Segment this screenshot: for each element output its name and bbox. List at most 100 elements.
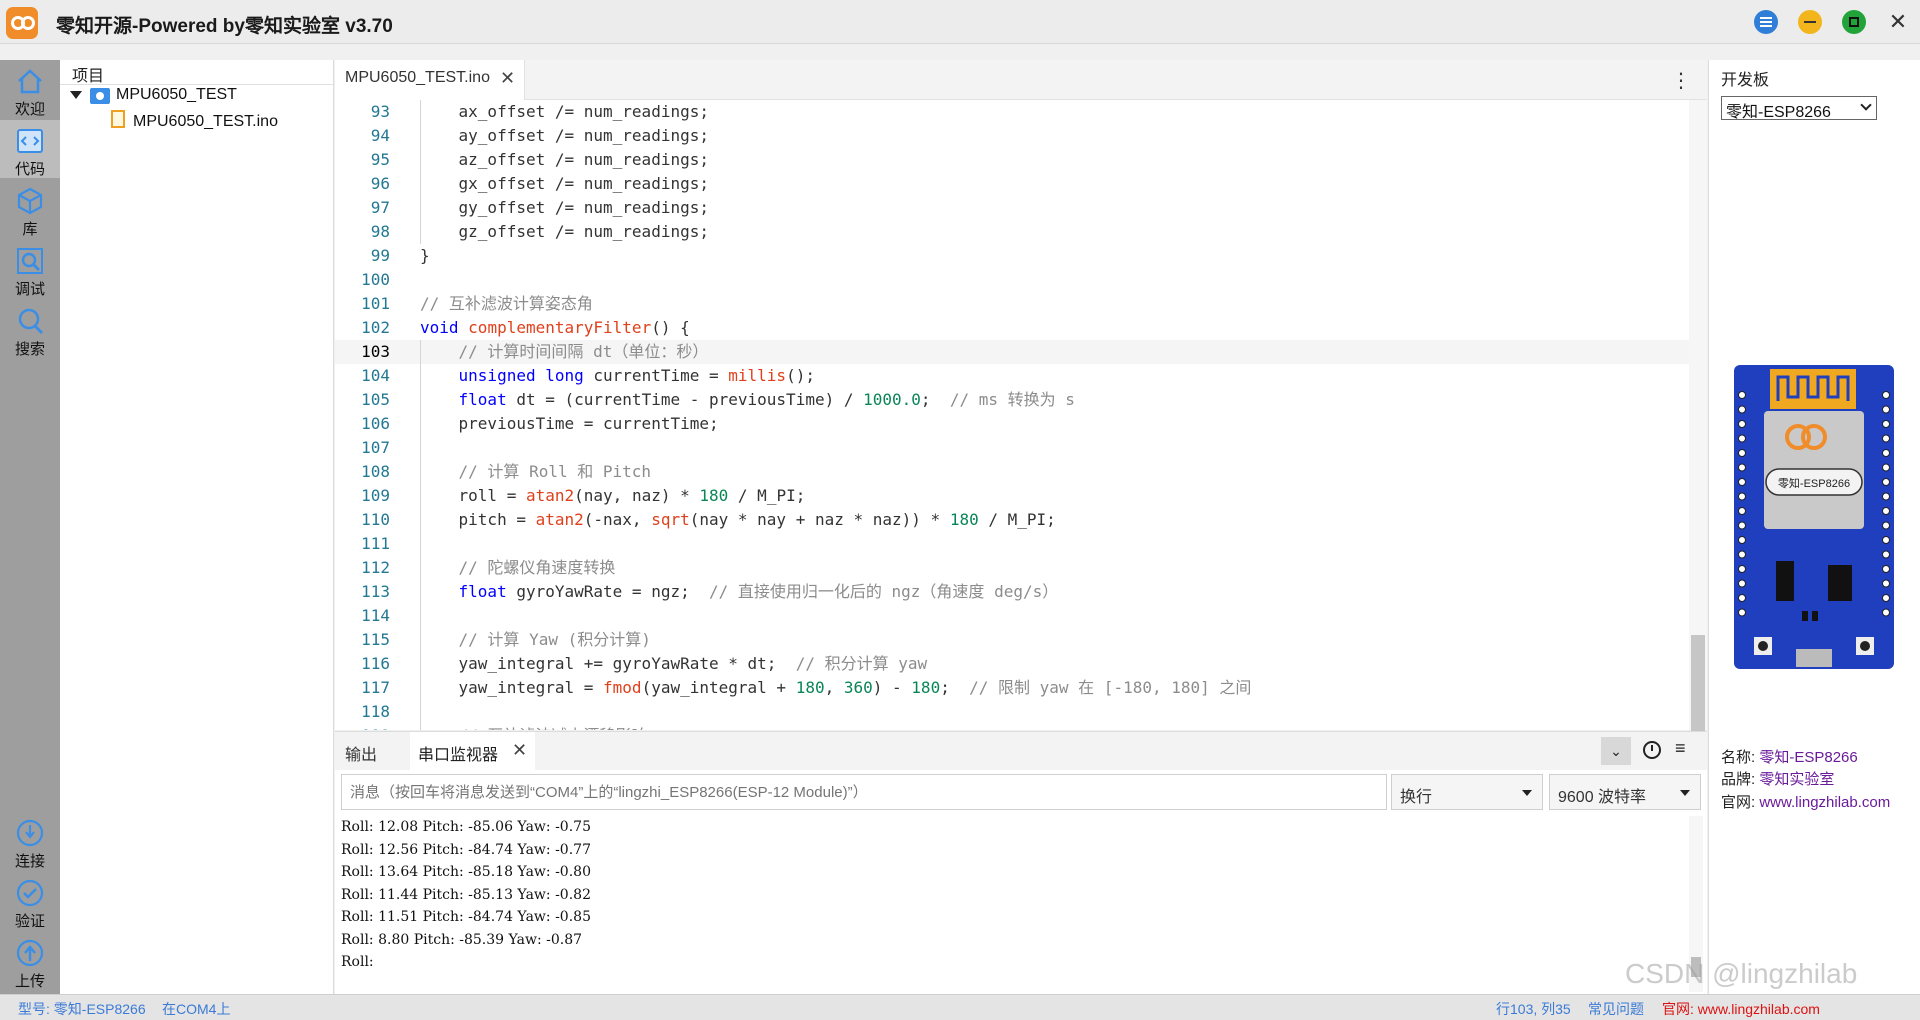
tab-mpu6050-test[interactable]: MPU6050_TEST.ino ✕ xyxy=(335,60,525,100)
tree-item-file[interactable]: MPU6050_TEST.ino xyxy=(133,113,278,131)
code-line[interactable]: 119 // 互补滤波减少漂移影响 xyxy=(335,724,1695,730)
chevron-down-icon[interactable]: ⌄ xyxy=(1601,737,1631,765)
sidebar-label: 搜索 xyxy=(14,341,45,358)
line-number: 107 xyxy=(361,438,390,457)
board-pin xyxy=(1882,391,1890,399)
code-text: unsigned long currentTime = millis(); xyxy=(458,366,815,385)
code-line[interactable]: 96 gx_offset /= num_readings; xyxy=(335,172,1695,196)
line-number: 115 xyxy=(361,630,390,649)
board-pin xyxy=(1882,521,1890,530)
code-line[interactable]: 116 yaw_integral += gyroYawRate * dt; //… xyxy=(335,652,1695,676)
more-options-icon[interactable]: ⋮ xyxy=(1671,68,1691,93)
status-website-link[interactable]: 官网: www.lingzhilab.com xyxy=(1662,999,1820,1019)
minimize-button[interactable] xyxy=(1798,10,1822,34)
board-pin xyxy=(1882,565,1890,573)
line-number: 117 xyxy=(361,678,390,697)
code-line[interactable]: 109 roll = atan2(nay, naz) * 180 / M_PI; xyxy=(335,484,1695,508)
code-line[interactable]: 111 xyxy=(335,532,1695,556)
code-line[interactable]: 94 ay_offset /= num_readings; xyxy=(335,124,1695,148)
code-line[interactable]: 98 gz_offset /= num_readings; xyxy=(335,220,1695,244)
search-icon xyxy=(18,308,44,335)
code-line[interactable]: 106 previousTime = currentTime; xyxy=(335,412,1695,436)
code-line[interactable]: 100 xyxy=(335,268,1695,292)
tab-serial-label: 串口监视器 xyxy=(418,747,499,764)
code-line[interactable]: 107 xyxy=(335,436,1695,460)
code-line[interactable]: 115 // 计算 Yaw (积分计算) xyxy=(335,628,1695,652)
code-text: gz_offset /= num_readings; xyxy=(420,222,709,241)
board-info-name: 名称: 零知-ESP8266 xyxy=(1721,746,1858,767)
sidebar-item-code[interactable]: 代码 xyxy=(0,120,60,178)
sidebar-item-upload[interactable]: 上传 xyxy=(0,932,60,990)
serial-message-input[interactable] xyxy=(341,774,1387,810)
code-line[interactable]: 105 float dt = (currentTime - previousTi… xyxy=(335,388,1695,412)
code-line[interactable]: 101 // 互补滤波计算姿态角 xyxy=(335,292,1695,316)
board-header: 开发板 xyxy=(1721,72,1770,89)
board-pin xyxy=(1882,594,1890,602)
status-faq-link[interactable]: 常见问题 xyxy=(1588,999,1644,1019)
tree-item-project[interactable]: MPU6050_TEST xyxy=(116,86,237,104)
code-line[interactable]: 113 float gyroYawRate = ngz; // 直接使用归一化后… xyxy=(335,580,1695,604)
board-pin xyxy=(1738,550,1746,559)
tab-output[interactable]: 输出 xyxy=(345,741,377,765)
sidebar-item-welcome[interactable]: 欢迎 xyxy=(0,60,60,118)
line-number: 103 xyxy=(361,342,390,361)
code-line[interactable]: 93 ax_offset /= num_readings; xyxy=(335,100,1695,124)
sidebar-item-connect[interactable]: 连接 xyxy=(0,812,60,870)
expand-arrow-icon[interactable] xyxy=(70,91,82,99)
line-number: 97 xyxy=(370,198,390,217)
board-pin xyxy=(1882,420,1890,428)
code-line[interactable]: 112 // 陀螺仪角速度转换 xyxy=(335,556,1695,580)
sidebar-item-debug[interactable]: 调试 xyxy=(0,240,60,298)
status-cursor-position[interactable]: 行103, 列35 xyxy=(1496,999,1571,1019)
clear-output-icon[interactable]: ≡ xyxy=(1675,738,1686,759)
line-ending-select[interactable]: 换行 xyxy=(1391,774,1543,810)
code-line[interactable]: 99} xyxy=(335,244,1695,268)
code-area[interactable]: 93 ax_offset /= num_readings; 94 ay_offse… xyxy=(335,100,1707,730)
tab-close-icon[interactable]: ✕ xyxy=(512,740,527,761)
code-line[interactable]: 95 az_offset /= num_readings; xyxy=(335,148,1695,172)
sidebar-item-library[interactable]: 库 xyxy=(0,180,60,238)
code-line[interactable]: 104 unsigned long currentTime = millis()… xyxy=(335,364,1695,388)
code-line[interactable]: 117 yaw_integral = fmod(yaw_integral + 1… xyxy=(335,676,1695,700)
timestamp-toggle-icon[interactable] xyxy=(1643,741,1661,759)
tab-serial-monitor[interactable]: 串口监视器 ✕ xyxy=(410,732,535,770)
sidebar-label: 欢迎 xyxy=(14,101,45,118)
line-number: 98 xyxy=(370,222,390,241)
board-select[interactable]: 零知-ESP8266 xyxy=(1721,96,1877,121)
board-pin xyxy=(1882,579,1890,588)
code-line[interactable]: 114 xyxy=(335,604,1695,628)
status-port[interactable]: 在COM4上 xyxy=(162,999,230,1019)
code-text: // 互补滤波计算姿态角 xyxy=(420,294,593,313)
code-editor: MPU6050_TEST.ino ✕ ⋮ 93 ax_offset /= num… xyxy=(335,60,1707,770)
board-pin xyxy=(1882,507,1890,515)
sidebar-item-verify[interactable]: 验证 xyxy=(0,872,60,930)
project-folder-icon xyxy=(90,88,110,104)
code-line[interactable]: 97 gy_offset /= num_readings; xyxy=(335,196,1695,220)
tab-close-icon[interactable]: ✕ xyxy=(500,68,515,89)
board-pin xyxy=(1738,434,1746,443)
line-number: 113 xyxy=(361,582,390,601)
code-line[interactable]: 108 // 计算 Roll 和 Pitch xyxy=(335,460,1695,484)
code-text: void complementaryFilter() { xyxy=(420,318,690,337)
sidebar-item-search[interactable]: 搜索 xyxy=(0,300,60,358)
line-number: 93 xyxy=(370,102,390,121)
info-key: 官网: xyxy=(1721,794,1756,811)
code-line[interactable]: 103 // 计算时间间隔 dt（单位：秒） xyxy=(335,340,1695,364)
maximize-button[interactable] xyxy=(1842,10,1866,34)
window-title: 零知开源-Powered by零知实验室 v3.70 xyxy=(56,16,393,37)
baud-rate-select[interactable]: 9600 波特率 xyxy=(1549,774,1701,810)
info-key: 品牌: xyxy=(1721,771,1756,788)
board-select-value: 零知-ESP8266 xyxy=(1726,104,1831,121)
board-image: 零知-ESP8266 xyxy=(1734,365,1894,669)
board-pin xyxy=(1882,492,1890,501)
code-line[interactable]: 110 pitch = atan2(-nax, sqrt(nay * nay +… xyxy=(335,508,1695,532)
status-board-model[interactable]: 型号: 零知-ESP8266 xyxy=(18,999,146,1019)
line-number: 101 xyxy=(361,294,390,313)
code-line[interactable]: 102 void complementaryFilter() { xyxy=(335,316,1695,340)
editor-tab-bar: MPU6050_TEST.ino ✕ ⋮ xyxy=(335,60,1707,100)
board-pin xyxy=(1738,565,1746,573)
menu-button[interactable] xyxy=(1754,10,1778,34)
close-window-button[interactable]: ✕ xyxy=(1884,8,1912,36)
info-website-link[interactable]: www.lingzhilab.com xyxy=(1759,794,1890,811)
code-line[interactable]: 118 xyxy=(335,700,1695,724)
